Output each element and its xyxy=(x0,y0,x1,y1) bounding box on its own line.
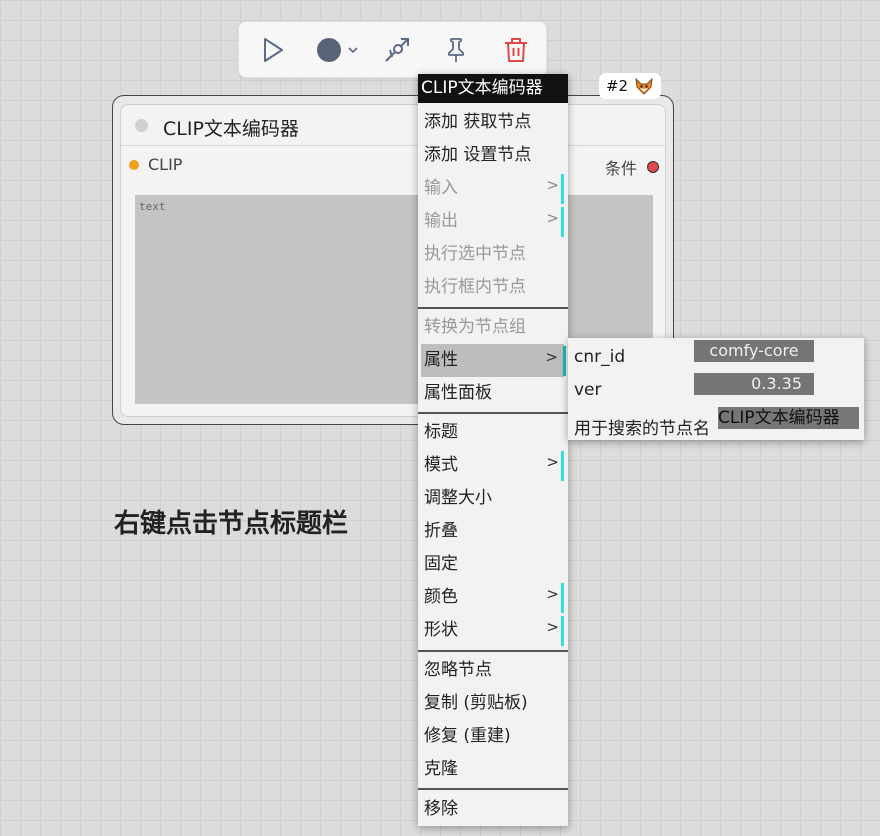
menu-item-shape[interactable]: 形状 > xyxy=(418,614,568,647)
menu-item-run-in-group[interactable]: 执行框内节点 xyxy=(418,271,568,304)
run-button[interactable] xyxy=(257,34,289,66)
bypass-button[interactable] xyxy=(381,34,413,66)
menu-item-properties-panel[interactable]: 属性面板 xyxy=(418,377,568,410)
menu-item-fix-recreate[interactable]: 修复 (重建) xyxy=(418,720,568,753)
menu-item-add-set-node[interactable]: 添加 设置节点 xyxy=(418,139,568,172)
property-name: cnr_id xyxy=(574,347,626,367)
menu-item-collapse[interactable]: 折叠 xyxy=(418,515,568,548)
node-title: CLIP文本编码器 xyxy=(163,118,299,140)
menu-divider xyxy=(418,650,568,652)
pin-button[interactable] xyxy=(440,34,472,66)
menu-item-convert-to-group[interactable]: 转换为节点组 xyxy=(418,311,568,344)
clip-input-label: CLIP xyxy=(148,155,183,174)
menu-item-properties[interactable]: 属性 > xyxy=(421,344,566,377)
property-value[interactable]: 0.3.35 xyxy=(694,373,814,395)
input-dot-icon[interactable] xyxy=(129,159,139,170)
trash-icon xyxy=(505,38,527,62)
pin-icon xyxy=(448,38,464,62)
text-input-placeholder: text xyxy=(139,200,166,213)
play-icon xyxy=(264,38,283,62)
menu-item-outputs[interactable]: 输出 > xyxy=(418,205,568,238)
menu-item-add-get-node[interactable]: 添加 获取节点 xyxy=(418,106,568,139)
menu-divider xyxy=(418,412,568,414)
menu-item-bypass[interactable]: 忽略节点 xyxy=(418,654,568,687)
color-circle-icon xyxy=(317,38,358,62)
menu-item-run-selected[interactable]: 执行选中节点 xyxy=(418,238,568,271)
menu-item-resize[interactable]: 调整大小 xyxy=(418,482,568,515)
context-menu-title: CLIP文本编码器 xyxy=(418,74,568,103)
color-picker-button[interactable] xyxy=(313,34,361,66)
menu-divider xyxy=(418,307,568,309)
property-row-cnr-id[interactable]: cnr_id comfy-core xyxy=(568,340,864,373)
property-value[interactable]: CLIP文本编码器 xyxy=(718,407,859,429)
property-name: 用于搜索的节点名 xyxy=(574,419,710,439)
menu-item-clone[interactable]: 克隆 xyxy=(418,753,568,786)
link-arrow-icon xyxy=(385,38,409,62)
conditioning-output-label: 条件 xyxy=(604,159,637,178)
chevron-right-icon: > xyxy=(545,348,558,366)
menu-item-inputs[interactable]: 输入 > xyxy=(418,172,568,205)
chevron-right-icon: > xyxy=(546,453,559,471)
output-dot-icon[interactable] xyxy=(647,161,659,173)
node-title-bar[interactable]: CLIP文本编码器 xyxy=(121,105,665,146)
property-row-search-name[interactable]: 用于搜索的节点名 CLIP文本编码器 xyxy=(568,407,864,440)
menu-item-remove[interactable]: 移除 xyxy=(418,793,568,826)
menu-item-mode[interactable]: 模式 > xyxy=(418,449,568,482)
node-toolbar xyxy=(238,21,547,78)
fox-icon xyxy=(635,77,653,95)
chevron-right-icon: > xyxy=(546,176,559,194)
menu-item-copy-clipspace[interactable]: 复制 (剪贴板) xyxy=(418,687,568,720)
conditioning-output-slot[interactable]: 条件 xyxy=(605,155,659,179)
chevron-right-icon: > xyxy=(546,618,559,636)
node-id-badge: #2 xyxy=(599,73,661,99)
chevron-right-icon: > xyxy=(546,585,559,603)
property-row-ver[interactable]: ver 0.3.35 xyxy=(568,373,864,406)
menu-item-title[interactable]: 标题 xyxy=(418,416,568,449)
menu-item-pin[interactable]: 固定 xyxy=(418,548,568,581)
clip-input-slot[interactable]: CLIP xyxy=(129,155,182,174)
menu-item-color[interactable]: 颜色 > xyxy=(418,581,568,614)
chevron-right-icon: > xyxy=(546,209,559,227)
property-value[interactable]: comfy-core xyxy=(694,340,814,362)
menu-divider xyxy=(418,788,568,790)
node-id-text: #2 xyxy=(605,77,629,95)
properties-submenu: cnr_id comfy-core ver 0.3.35 用于搜索的节点名 CL… xyxy=(568,338,864,440)
collapse-dot-icon[interactable] xyxy=(135,119,148,132)
delete-button[interactable] xyxy=(500,34,532,66)
context-menu: CLIP文本编码器 添加 获取节点 添加 设置节点 输入 > 输出 > 执行选中节点… xyxy=(418,74,568,826)
property-name: ver xyxy=(574,380,602,400)
instruction-caption: 右键点击节点标题栏 xyxy=(114,509,349,539)
